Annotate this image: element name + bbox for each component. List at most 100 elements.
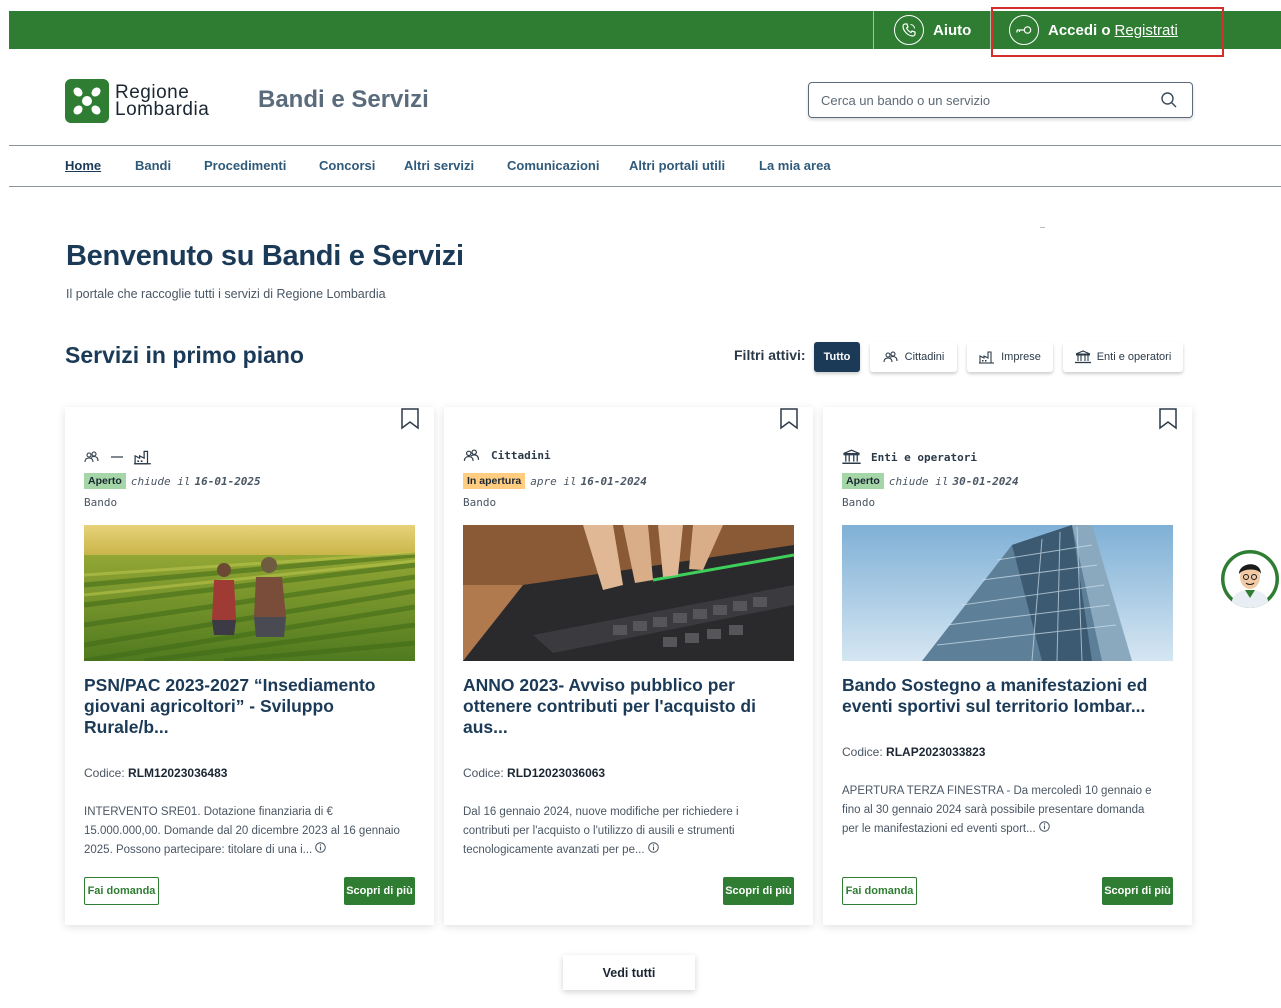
card-category: Enti e operatori [842,449,977,465]
phone-icon [894,15,924,45]
people-icon [883,351,898,363]
category-label: Cittadini [491,449,551,462]
card-code: Codice: RLAP2023033823 [842,745,985,759]
card-code: Codice: RLD12023036063 [463,766,605,780]
status-badge: In apertura [463,473,526,489]
discover-more-button[interactable]: Scopri di più [1102,877,1173,905]
card-image-glass-building[interactable] [842,525,1173,661]
institution-icon [1074,350,1091,364]
code-label: Codice: [84,766,125,780]
filter-label: Enti e operatori [1096,351,1172,363]
card-type: Bando [463,496,497,509]
main-nav: Home Bandi Procedimenti Concorsi Altri s… [9,145,1281,187]
apply-button[interactable]: Fai domanda [842,877,917,905]
card-code: Codice: RLM12023036483 [84,766,227,780]
card-type: Bando [842,496,876,509]
card-type: Bando [84,496,118,509]
dash-icon [111,456,123,458]
apply-button[interactable]: Fai domanda [84,877,159,905]
code-value: RLAP2023033823 [886,745,986,759]
discover-more-button[interactable]: Scopri di più [344,877,415,905]
description-text: INTERVENTO SRE01. Dotazione finanziaria … [84,806,400,856]
status-badge: Aperto [842,473,884,489]
nav-item-procedimenti[interactable]: Procedimenti [204,158,286,173]
card-description: INTERVENTO SRE01. Dotazione finanziaria … [84,803,404,860]
status-text: chiude il [888,474,949,488]
card-category [84,449,162,465]
filter-enti[interactable]: Enti e operatori [1063,342,1183,372]
logo-line2: Lombardia [115,99,210,120]
help-link[interactable]: Aiuto [894,15,971,45]
search-icon[interactable] [1160,91,1178,114]
topbar-divider [873,11,874,49]
card-title[interactable]: Bando Sostegno a manifestazioni ed event… [842,675,1162,717]
logo-mark-icon [65,79,109,123]
assistant-avatar[interactable] [1221,550,1279,608]
nav-item-altri-servizi[interactable]: Altri servizi [404,158,474,173]
divider [1040,227,1045,228]
code-value: RLM12023036483 [128,766,228,780]
description-text: Dal 16 gennaio 2024, nuove modifiche per… [463,806,739,856]
card-status-row: In apertura apre il 16-01-2024 [463,473,647,489]
page-subtitle: Il portale che raccoglie tutti i servizi… [66,287,386,301]
card-image-braille-keyboard[interactable] [463,525,794,661]
category-label: Enti e operatori [871,450,977,464]
filter-tutto[interactable]: Tutto [814,342,860,372]
nav-item-la-mia-area[interactable]: La mia area [759,158,831,173]
help-label: Aiuto [933,21,972,39]
status-text: apre il [530,474,577,488]
people-icon [463,449,480,461]
bookmark-icon[interactable] [779,407,799,436]
factory-icon [979,351,995,364]
see-all-button[interactable]: Vedi tutti [563,955,695,990]
nav-item-home[interactable]: Home [65,158,101,173]
card-description: Dal 16 gennaio 2024, nuove modifiche per… [463,803,783,860]
service-card: Aperto chiude il 16-01-2025 Bando PSN/PA… [65,407,434,925]
factory-icon [134,450,151,465]
nav-item-altri-portali[interactable]: Altri portali utili [629,158,725,173]
institution-icon [842,449,861,465]
info-icon[interactable] [647,842,659,856]
nav-item-bandi[interactable]: Bandi [135,158,171,173]
card-status-row: Aperto chiude il 30-01-2024 [842,473,1019,489]
discover-more-button[interactable]: Scopri di più [723,877,794,905]
description-text: APERTURA TERZA FINESTRA - Da mercoledì 1… [842,785,1152,835]
status-badge: Aperto [84,473,126,489]
code-value: RLD12023036063 [507,766,606,780]
search-input[interactable] [809,83,1139,117]
card-title[interactable]: PSN/PAC 2023-2027 “Insediamento giovani … [84,675,404,738]
filter-label: Imprese [1001,351,1041,363]
bookmark-icon[interactable] [1158,407,1178,436]
filter-imprese[interactable]: Imprese [967,342,1053,372]
status-date: 30-01-2024 [952,474,1019,488]
status-text: chiude il [130,474,191,488]
nav-item-comunicazioni[interactable]: Comunicazioni [507,158,599,173]
card-status-row: Aperto chiude il 16-01-2025 [84,473,261,489]
service-card: Enti e operatori Aperto chiude il 30-01-… [823,407,1192,925]
info-icon[interactable] [1039,821,1050,835]
nav-item-concorsi[interactable]: Concorsi [319,158,375,173]
status-date: 16-01-2025 [194,474,261,488]
section-title: Servizi in primo piano [65,342,304,368]
filter-label: Cittadini [904,351,945,363]
search-box [808,82,1193,118]
service-card: Cittadini In apertura apre il 16-01-2024… [444,407,813,925]
bookmark-icon[interactable] [400,407,420,436]
card-image-farm-field[interactable] [84,525,415,661]
code-label: Codice: [463,766,504,780]
filter-label: Tutto [823,351,851,363]
highlight-box [991,7,1224,57]
card-title[interactable]: ANNO 2023- Avviso pubblico per ottenere … [463,675,783,738]
info-icon[interactable] [315,842,327,856]
filters-label: Filtri attivi: [734,347,806,363]
site-title[interactable]: Bandi e Servizi [258,86,429,114]
status-date: 16-01-2024 [580,474,647,488]
regione-lombardia-logo[interactable]: Regione Lombardia [65,79,209,123]
card-description: APERTURA TERZA FINESTRA - Da mercoledì 1… [842,782,1162,839]
people-icon [84,451,99,463]
filter-cittadini[interactable]: Cittadini [870,342,957,372]
card-category: Cittadini [463,449,551,462]
page-title: Benvenuto su Bandi e Servizi [66,240,464,272]
code-label: Codice: [842,745,883,759]
logo-text: Regione Lombardia [115,83,210,120]
